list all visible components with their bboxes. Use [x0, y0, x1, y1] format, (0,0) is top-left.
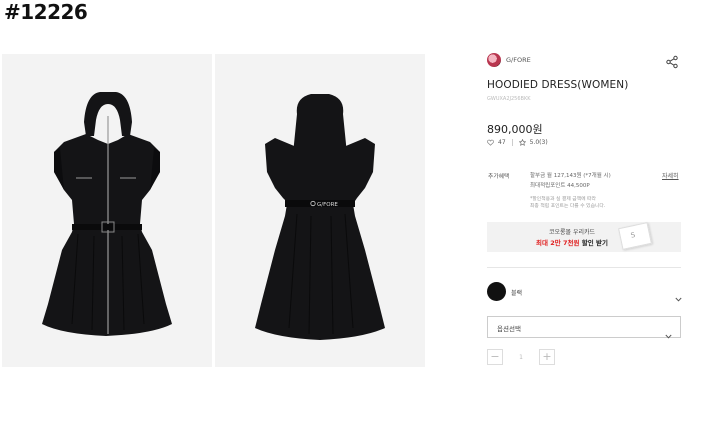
chevron-down-icon	[665, 324, 672, 343]
product-image-back[interactable]: G/FORE	[215, 54, 425, 367]
color-swatch-black[interactable]	[487, 282, 506, 301]
color-label: 블랙	[511, 290, 523, 297]
benefits-detail-link[interactable]: 자세히	[662, 171, 679, 180]
product-meta-row: 47 5.0(3)	[487, 139, 548, 146]
dress-front-illustration	[42, 92, 172, 336]
dress-back-illustration: G/FORE	[255, 94, 385, 340]
page-tag: #12226	[4, 0, 88, 24]
share-icon[interactable]	[665, 54, 679, 69]
banner-highlight: 최대 2만 7천원	[536, 239, 580, 247]
product-code: GWUXA2J256BKK	[487, 96, 531, 102]
max-points-info: 최대적립포인트 44,500P	[530, 183, 590, 189]
points-note-1: *할인적용과 실 결제 금액에 따라	[530, 197, 596, 202]
benefits-label: 추가혜택	[488, 174, 510, 180]
installment-info: 할부금 월 127,143원 (*7개월 시)	[530, 173, 611, 179]
section-divider	[487, 267, 681, 268]
quantity-decrease-button[interactable]: −	[487, 349, 503, 365]
chevron-down-icon[interactable]	[675, 287, 682, 306]
quantity-stepper: − 1 +	[487, 349, 555, 365]
product-title: HOODIED DRESS(WOMEN)	[487, 79, 629, 91]
quantity-increase-button[interactable]: +	[539, 349, 555, 365]
product-price: 890,000원	[487, 123, 543, 136]
brand-row[interactable]: G/FORE	[487, 53, 531, 67]
heart-icon[interactable]	[487, 139, 494, 146]
option-select[interactable]: 옵션선택	[487, 316, 681, 339]
meta-divider	[511, 139, 513, 146]
banner-suffix: 할인 받기	[579, 239, 608, 247]
brand-name: G/FORE	[506, 56, 531, 64]
card-discount-banner[interactable]: 코오롱몰 우리카드 최대 2만 7천원 할인 받기 S	[487, 222, 681, 252]
belt-logo-text: G/FORE	[317, 202, 338, 208]
star-icon	[518, 139, 526, 146]
brand-logo	[487, 53, 501, 67]
card-logo-icon: S	[630, 231, 637, 240]
product-image-front[interactable]	[2, 54, 212, 367]
option-select-placeholder: 옵션선택	[497, 325, 521, 333]
quantity-value[interactable]: 1	[517, 354, 525, 361]
points-note-2: 최종 적립 포인트는 다를 수 있습니다.	[530, 204, 606, 209]
wishlist-count: 47	[498, 139, 506, 146]
rating-value[interactable]: 5.0(3)	[530, 139, 548, 146]
